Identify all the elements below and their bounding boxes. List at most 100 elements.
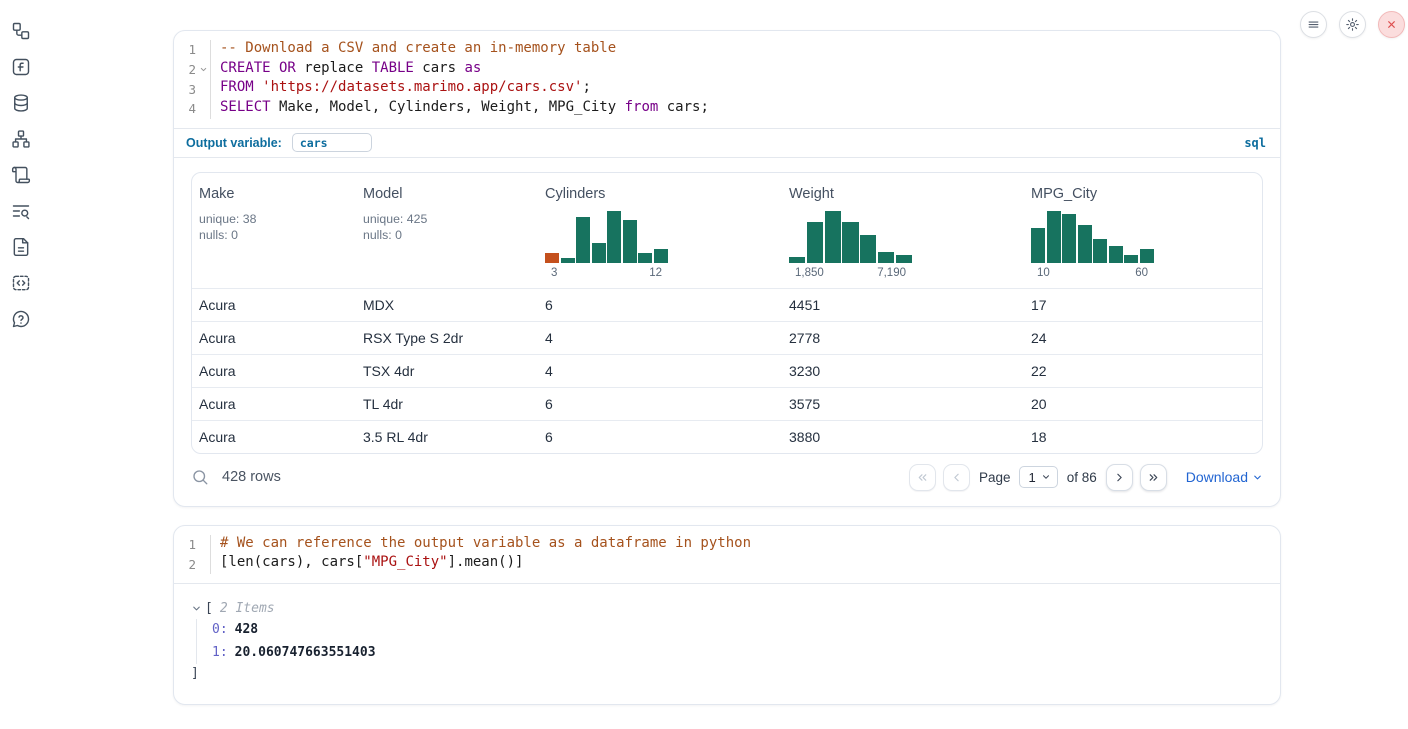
histogram-bar[interactable] [1109,246,1123,263]
items-count-label: 2 Items [220,601,275,616]
table-cell: 20 [1024,396,1262,412]
column-stat: nulls: 0 [363,227,531,244]
table-cell: 3230 [782,363,1024,379]
column-stat: nulls: 0 [199,227,349,244]
chevron-down-icon [1252,472,1263,483]
first-page-button[interactable] [909,464,936,491]
column-histogram[interactable] [1031,211,1154,263]
table-cell: 3575 [782,396,1024,412]
download-button[interactable]: Download [1186,469,1263,485]
settings-icon[interactable] [1339,11,1366,38]
histogram-bar[interactable] [623,220,637,263]
datasources-icon[interactable] [11,93,31,113]
histogram-bar[interactable] [1078,225,1092,262]
table-row[interactable]: AcuraRSX Type S 2dr4277824 [192,321,1262,354]
close-icon[interactable] [1378,11,1405,38]
python-output-tree: [2 Items0:4281:20.060747663551403] [174,584,1280,704]
histogram-bar[interactable] [878,252,894,262]
histogram-axis-labels: 312 [545,267,668,288]
column-stat: unique: 425 [363,211,531,228]
histogram-bar[interactable] [825,211,841,263]
histogram-bar[interactable] [1062,214,1076,262]
file-explorer-icon[interactable] [11,21,31,41]
search-icon[interactable] [191,468,209,486]
table-row[interactable]: Acura3.5 RL 4dr6388018 [192,420,1262,453]
column-histogram[interactable] [545,211,668,263]
table-cell: 24 [1024,330,1262,346]
prev-page-button[interactable] [943,464,970,491]
functions-icon[interactable] [11,57,31,77]
column-name: Make [199,186,349,202]
column-header-model[interactable]: Modelunique: 425nulls: 0 [356,186,538,288]
scratchpad-icon[interactable] [11,165,31,185]
histogram-bar[interactable] [592,243,606,263]
table-row[interactable]: AcuraTL 4dr6357520 [192,387,1262,420]
sql-code-editor[interactable]: 1234-- Download a CSV and create an in-m… [174,31,1280,129]
chevron-down-icon [1041,472,1051,482]
code-line[interactable]: CREATE OR replace TABLE cars as [220,60,709,80]
histogram-bar[interactable] [607,211,621,263]
column-header-mpg_city[interactable]: MPG_City1060 [1024,186,1262,288]
line-number: 4 [180,101,196,116]
snippets-icon[interactable] [11,273,31,293]
tree-entry: 0:428 [212,619,1264,642]
table-cell: RSX Type S 2dr [356,330,538,346]
table-cell: MDX [356,297,538,313]
table-footer: 428 rows Page 1 of 86 Download [191,464,1263,506]
column-header-make[interactable]: Makeunique: 38nulls: 0 [192,186,356,288]
histogram-bar[interactable] [1140,249,1154,263]
column-name: Weight [789,186,1017,202]
histogram-bar[interactable] [789,257,805,263]
code-line[interactable]: # We can reference the output variable a… [220,535,751,555]
column-histogram[interactable] [789,211,912,263]
collapse-chevron-icon[interactable] [191,603,202,614]
output-variable-label: Output variable: [186,136,282,150]
help-icon[interactable] [11,309,31,329]
page-select-value: 1 [1028,470,1035,485]
histogram-bar[interactable] [860,235,876,263]
window-toolbar [1300,11,1405,38]
menu-icon[interactable] [1300,11,1327,38]
histogram-bar[interactable] [842,222,858,263]
column-header-weight[interactable]: Weight 1,8507,190 [782,186,1024,288]
python-code-editor[interactable]: 12# We can reference the output variable… [174,526,1280,584]
histogram-bar[interactable] [1031,228,1045,262]
table-cell: TL 4dr [356,396,538,412]
histogram-bar[interactable] [561,258,575,263]
dependency-graph-icon[interactable] [11,129,31,149]
output-variable-input[interactable] [292,133,372,152]
histogram-axis-labels: 1,8507,190 [789,267,912,288]
logs-icon[interactable] [11,201,31,221]
code-line[interactable]: -- Download a CSV and create an in-memor… [220,40,709,60]
histogram-bar[interactable] [638,253,652,262]
code-line[interactable]: FROM 'https://datasets.marimo.app/cars.c… [220,79,709,99]
fold-chevron-icon[interactable] [196,65,210,74]
histogram-bar[interactable] [1047,211,1061,263]
documentation-icon[interactable] [11,237,31,257]
page-select[interactable]: 1 [1019,466,1057,488]
table-row[interactable]: AcuraTSX 4dr4323022 [192,354,1262,387]
histogram-bar[interactable] [654,249,668,263]
python-cell: 12# We can reference the output variable… [173,525,1281,705]
table-cell: Acura [192,429,356,445]
histogram-bar[interactable] [545,253,559,262]
histogram-bar[interactable] [1093,239,1107,262]
tree-entry-key: 0: [212,622,228,637]
table-header: Makeunique: 38nulls: 0Modelunique: 425nu… [192,173,1262,288]
notebook: 1234-- Download a CSV and create an in-m… [173,0,1281,705]
data-table: Makeunique: 38nulls: 0Modelunique: 425nu… [191,172,1263,454]
code-line[interactable]: SELECT Make, Model, Cylinders, Weight, M… [220,99,709,119]
histogram-bar[interactable] [1124,255,1138,263]
column-header-cylinders[interactable]: Cylinders312 [538,186,782,288]
page-total-label: of 86 [1067,470,1097,485]
table-row[interactable]: AcuraMDX6445117 [192,288,1262,321]
next-page-button[interactable] [1106,464,1133,491]
histogram-bar[interactable] [896,255,912,262]
tree-entry-key: 1: [212,645,228,660]
last-page-button[interactable] [1140,464,1167,491]
histogram-bar[interactable] [807,222,823,263]
table-cell: TSX 4dr [356,363,538,379]
histogram-bar[interactable] [576,217,590,263]
table-cell: Acura [192,396,356,412]
code-line[interactable]: [len(cars), cars["MPG_City"].mean()] [220,554,751,574]
